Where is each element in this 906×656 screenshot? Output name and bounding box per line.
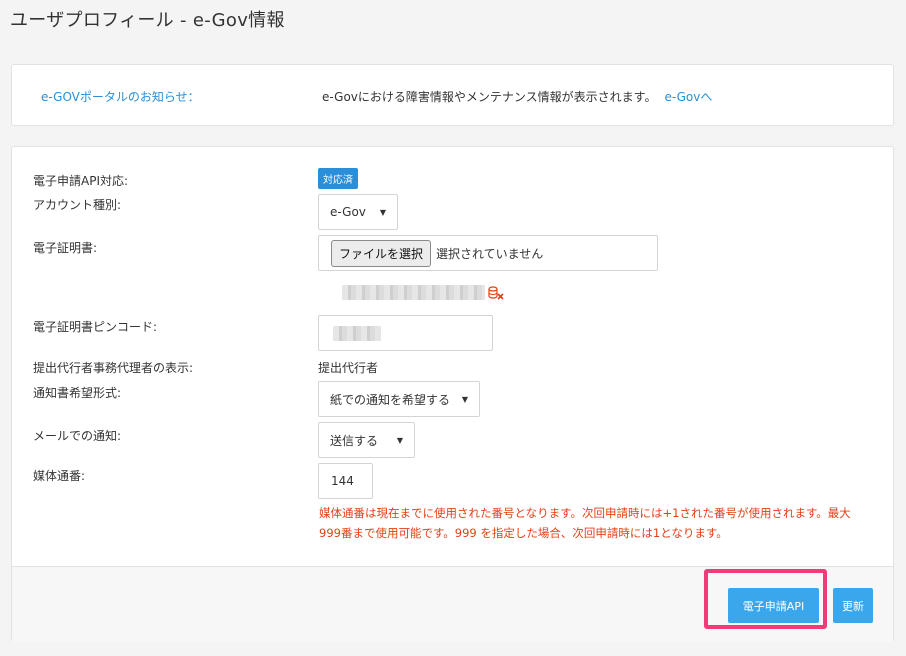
notification-format-value: 紙での通知を希望する — [330, 392, 451, 407]
media-serial-help: 媒体通番は現在までに使用された番号となります。次回申請時には+1された番号が使用… — [319, 506, 851, 540]
chevron-down-icon: ▼ — [379, 207, 386, 217]
egov-api-button[interactable]: 電子申請API — [728, 588, 819, 623]
notification-format-label: 通知書希望形式: — [33, 386, 122, 400]
account-type-value: e-Gov — [330, 205, 366, 219]
notice-text: e-Govにおける障害情報やメンテナンス情報が表示されます。 — [322, 90, 657, 104]
notice-label: e-GOVポータルのお知らせ： — [41, 90, 200, 104]
delete-certificate-icon[interactable] — [488, 286, 504, 300]
update-button[interactable]: 更新 — [833, 588, 873, 623]
form-footer: 電子申請API 更新 — [12, 566, 893, 642]
notice-text-wrap: e-Govにおける障害情報やメンテナンス情報が表示されます。 e-Govへ — [322, 88, 712, 105]
agent-display-label: 提出代行者事務代理者の表示: — [33, 361, 194, 375]
media-serial-input[interactable]: 144 — [318, 463, 373, 499]
email-notification-label: メールでの通知: — [33, 429, 122, 443]
redacted-filename — [342, 285, 485, 300]
file-status: 選択されていません — [436, 246, 544, 261]
form-body: 電子申請API対応: 対応済 アカウント種別: e-Gov ▼ 電子証明書: フ… — [12, 147, 893, 566]
pin-code-input[interactable] — [318, 315, 493, 351]
certificate-file-input[interactable]: ファイルを選択 選択されていません — [318, 235, 658, 271]
egov-portal-link[interactable]: e-Govへ — [664, 90, 712, 104]
chevron-down-icon: ▼ — [461, 394, 468, 404]
account-type-select[interactable]: e-Gov ▼ — [318, 194, 398, 230]
agent-display-value: 提出代行者 — [318, 361, 379, 375]
email-notification-select[interactable]: 送信する ▼ — [318, 422, 415, 458]
media-serial-label: 媒体通番: — [33, 469, 86, 483]
certificate-label: 電子証明書: — [33, 241, 98, 255]
notice-card: e-GOVポータルのお知らせ： e-Govにおける障害情報やメンテナンス情報が表… — [11, 64, 894, 126]
email-notification-value: 送信する — [330, 433, 379, 448]
api-status-badge: 対応済 — [318, 168, 358, 189]
egov-settings-form: 電子申請API対応: 対応済 アカウント種別: e-Gov ▼ 電子証明書: フ… — [11, 146, 894, 642]
chevron-down-icon: ▼ — [396, 435, 403, 445]
account-type-label: アカウント種別: — [33, 198, 122, 212]
notification-format-select[interactable]: 紙での通知を希望する ▼ — [318, 381, 480, 417]
api-support-label: 電子申請API対応: — [33, 174, 129, 188]
page-title: ユーザプロフィール - e-Gov情報 — [10, 10, 285, 31]
pin-code-label: 電子証明書ピンコード: — [33, 320, 158, 334]
choose-file-button[interactable]: ファイルを選択 — [331, 239, 432, 267]
redacted-pin — [333, 326, 381, 341]
